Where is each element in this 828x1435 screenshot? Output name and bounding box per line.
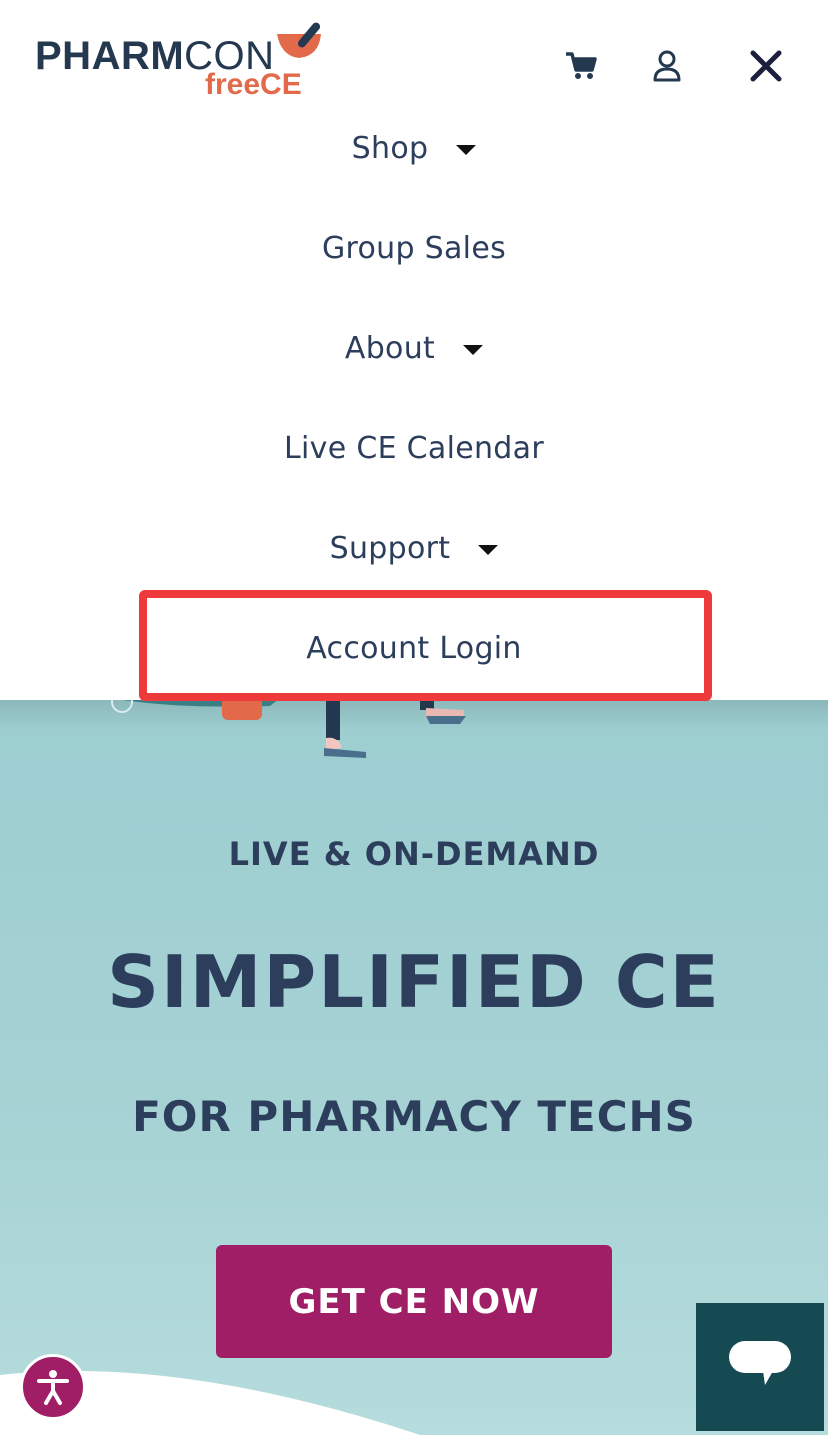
menu-item-label: Group Sales [321, 230, 507, 266]
menu-item-live-ce-calendar[interactable]: Live CE Calendar [0, 418, 828, 478]
caret-down-icon[interactable] [463, 345, 484, 355]
user-icon[interactable] [647, 44, 687, 88]
menu-item-group-sales[interactable]: Group Sales [0, 218, 828, 278]
menu-item-support[interactable]: Support [0, 518, 828, 578]
hero-subtitle: FOR PHARMACY TECHS [132, 1092, 696, 1141]
get-ce-now-button[interactable]: GET CE NOW [216, 1245, 612, 1358]
caret-down-icon[interactable] [456, 145, 477, 155]
menu-item-label: Live CE Calendar [284, 430, 544, 466]
highlight-box [139, 590, 712, 701]
accessibility-icon[interactable] [20, 1354, 86, 1420]
hero-kicker: LIVE & ON-DEMAND [228, 835, 600, 873]
chat-icon[interactable] [696, 1303, 824, 1431]
site-header: PHARMCON freeCE [0, 0, 828, 110]
menu-item-label: Shop [351, 130, 429, 166]
logo-subtitle: freeCE [205, 68, 302, 101]
hero-section: LIVE & ON-DEMAND SIMPLIFIED CE FOR PHARM… [0, 700, 828, 1435]
menu-item-label: Support [329, 530, 451, 566]
cart-icon[interactable] [561, 44, 601, 88]
menu-item-about[interactable]: About [0, 318, 828, 378]
hero-title: SIMPLIFIED CE [107, 940, 721, 1024]
caret-down-icon[interactable] [478, 545, 499, 555]
menu-item-shop[interactable]: Shop [0, 118, 828, 178]
hero-illustration [111, 700, 466, 758]
pharmcon-freece-logo[interactable]: PHARMCON freeCE [35, 18, 335, 101]
menu-item-label: About [344, 330, 436, 366]
mortar-pestle-icon [277, 22, 321, 58]
close-icon[interactable] [746, 44, 786, 88]
